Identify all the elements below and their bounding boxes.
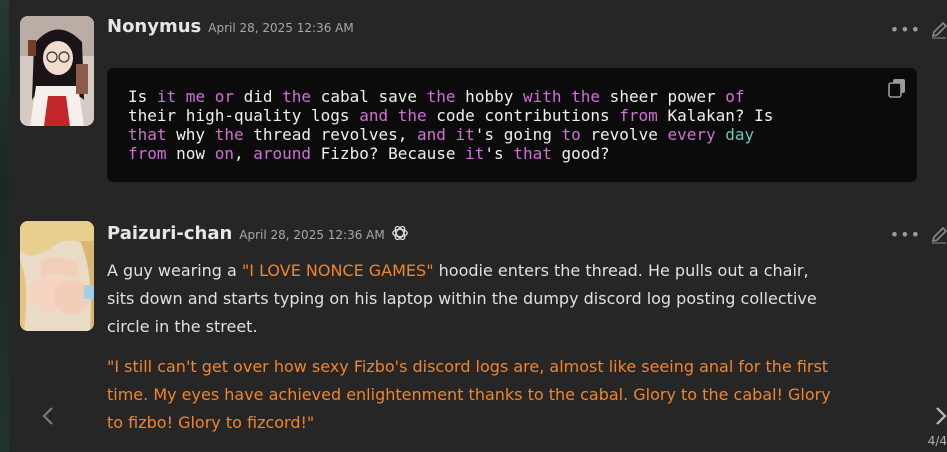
page-indicator: 4/4 [927,434,947,448]
post-meta: Paizuri-chan April 28, 2025 12:36 AM [107,221,409,249]
code-text-segment: , [233,144,254,163]
code-text-segment: revolve [580,125,668,144]
avatar-image [20,16,94,126]
pencil-icon[interactable] [931,21,947,39]
copy-icon[interactable] [888,78,906,98]
avatar[interactable] [20,16,94,126]
code-text-segment: why [166,125,215,144]
code-keyword: that [128,125,167,144]
post-timestamp[interactable]: April 28, 2025 12:36 AM [239,228,384,242]
avatar[interactable] [20,221,94,331]
more-dots-icon[interactable]: ••• [890,20,921,39]
code-keyword: of [725,87,745,106]
post-paizuri-chan: Paizuri-chan April 28, 2025 12:36 AM •••… [20,221,947,452]
text-segment: A guy wearing a [107,261,242,280]
paragraph-line: to fizbo! Glory to fizcord!" [107,413,315,432]
post-actions: ••• [890,225,947,244]
code-text-segment: Is [128,87,157,106]
code-keyword: on [214,144,234,163]
next-arrow-icon[interactable] [931,398,947,434]
code-text-segment [716,125,726,144]
code-text-segment: 's [484,144,514,163]
author-name[interactable]: Paizuri-chan [107,223,232,244]
code-keyword: it me or [156,87,234,106]
paragraph-line: "I still can't get over how sexy Fizbo's… [107,357,829,376]
pencil-icon[interactable] [931,226,947,244]
code-text-segment: Kalakan? Is [657,106,774,125]
post-meta: Nonymus April 28, 2025 12:36 AM [107,16,354,44]
code-text-segment: hobby [455,87,523,106]
code-identifier: day [725,125,755,144]
code-block: Is it me or did the cabal save the hobby… [107,68,917,182]
code-line: that why the thread revolves, and it's g… [128,125,754,144]
more-dots-icon[interactable]: ••• [890,225,921,244]
code-text-segment: cabal save [311,87,427,106]
code-text-segment: sheer power [600,87,726,106]
author-name[interactable]: Nonymus [107,16,201,37]
code-keyword: every [667,125,716,144]
paragraph-line: A guy wearing a "I LOVE NONCE GAMES" hoo… [107,257,927,285]
code-text-segment: thread revolves, [243,125,417,144]
quote-highlight: "I LOVE NONCE GAMES" [241,261,434,280]
code-keyword: and it [417,125,475,144]
code-keyword: with the [522,87,601,106]
code-keyword: the [426,87,456,106]
code-line: their high-quality logs and the code con… [128,106,773,125]
post-paragraph-2: "I still can't get over how sexy Fizbo's… [107,353,927,437]
left-edge-strip [0,0,9,452]
code-line: Is it me or did the cabal save the hobby… [128,87,745,106]
previous-arrow-icon[interactable] [38,398,58,434]
code-keyword: that [513,144,552,163]
avatar-image [20,221,94,331]
paragraph-line: circle in the street. [107,317,258,336]
code-keyword: from [619,106,658,125]
code-keyword: from [128,144,167,163]
post-nonymus: Nonymus April 28, 2025 12:36 AM ••• Is i… [20,16,947,186]
openai-logo-icon [391,225,408,241]
code-text: Is it me or did the cabal save the hobby… [128,87,773,163]
code-text-segment: did [233,87,283,106]
text-segment: hoodie enters the thread. He pulls out a… [433,261,809,280]
code-text-segment: code contributions [426,106,620,125]
paragraph-line: time. My eyes have achieved enlightenmen… [107,385,831,404]
post-actions: ••• [890,20,947,39]
code-text-segment: their high-quality logs [128,106,360,125]
code-keyword: and the [359,106,427,125]
code-text-segment: now [166,144,215,163]
code-text-segment: 's going [474,125,562,144]
code-text-segment: good? [551,144,610,163]
code-text-segment: Fizbo? Because [311,144,466,163]
code-keyword: the [214,125,244,144]
code-keyword: around [253,144,312,163]
paragraph-line: sits down and starts typing on his lapto… [107,289,817,308]
code-line: from now on, around Fizbo? Because it's … [128,144,610,163]
post-paragraph-1: A guy wearing a "I LOVE NONCE GAMES" hoo… [107,257,927,341]
post-timestamp[interactable]: April 28, 2025 12:36 AM [208,21,353,35]
code-keyword: to [561,125,581,144]
code-keyword: the [282,87,312,106]
code-keyword: it [465,144,485,163]
